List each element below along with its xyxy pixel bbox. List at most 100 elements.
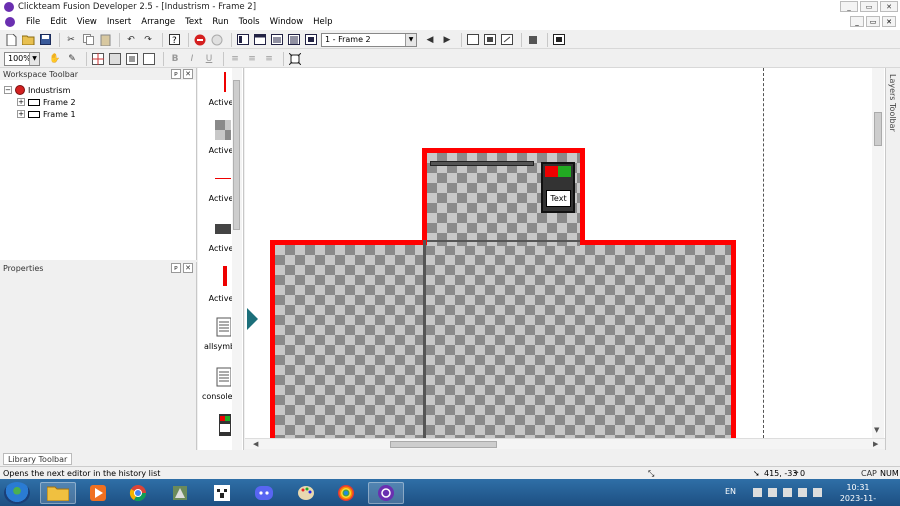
library-item-active-4[interactable]: Active xyxy=(198,218,234,253)
scroll-down-icon[interactable]: ▼ xyxy=(874,426,879,434)
tree-item-frame-2[interactable]: + Frame 2 xyxy=(17,96,76,108)
stop-run-icon[interactable] xyxy=(526,33,540,47)
menu-run[interactable]: Run xyxy=(207,14,233,30)
zoom-icon[interactable] xyxy=(466,33,480,47)
grid-icon[interactable] xyxy=(91,52,105,66)
taskbar-clickteam-fusion[interactable] xyxy=(368,482,404,504)
mdi-close-button[interactable]: ✕ xyxy=(882,16,896,27)
tree-item-frame-1[interactable]: + Frame 1 xyxy=(17,108,76,120)
close-panel-icon[interactable]: ✕ xyxy=(183,263,193,273)
taskbar-app-goat[interactable] xyxy=(162,482,198,504)
paste-icon[interactable] xyxy=(98,33,112,47)
library-scrollbar[interactable] xyxy=(232,68,242,450)
event-list-icon[interactable] xyxy=(287,33,301,47)
stop-icon[interactable] xyxy=(193,33,207,47)
mdi-minimize-button[interactable]: _ xyxy=(850,16,864,27)
tray-app-icon[interactable] xyxy=(753,488,762,497)
mdi-restore-button[interactable]: ▭ xyxy=(866,16,880,27)
new-file-icon[interactable] xyxy=(4,33,18,47)
text-object[interactable]: Text xyxy=(546,190,571,207)
document-icon[interactable] xyxy=(5,17,15,27)
snap-icon[interactable] xyxy=(108,52,122,66)
scrollbar-thumb[interactable] xyxy=(874,112,882,146)
underline-icon[interactable]: U xyxy=(202,52,216,66)
film-icon[interactable] xyxy=(552,33,566,47)
editor-horizontal-scrollbar[interactable]: ◀ ▶ xyxy=(245,438,885,449)
menu-arrange[interactable]: Arrange xyxy=(136,14,180,30)
scrollbar-thumb[interactable] xyxy=(233,80,240,230)
layer-icon[interactable] xyxy=(125,52,139,66)
taskbar-chrome[interactable] xyxy=(120,482,156,504)
volume-icon[interactable] xyxy=(813,488,822,497)
menu-window[interactable]: Window xyxy=(265,14,309,30)
brush-icon[interactable]: ✎ xyxy=(65,52,79,66)
fit-frame-icon[interactable] xyxy=(288,52,302,66)
storyboard-icon[interactable] xyxy=(236,33,250,47)
previous-editor-icon[interactable]: ◀ xyxy=(423,33,437,47)
input-language[interactable]: EN xyxy=(725,487,736,496)
frame-editor[interactable]: Text xyxy=(245,68,885,438)
help-icon[interactable]: ? xyxy=(167,33,181,47)
align-left-icon[interactable]: ≡ xyxy=(228,52,242,66)
expand-toggle-icon[interactable]: + xyxy=(17,98,25,106)
redo-icon[interactable]: ↷ xyxy=(141,33,155,47)
frame-editor-icon[interactable] xyxy=(253,33,267,47)
resize-icon[interactable] xyxy=(500,33,514,47)
minimize-button[interactable]: _ xyxy=(840,1,858,12)
level-area-bottom[interactable] xyxy=(270,240,736,438)
tray-app-icon[interactable] xyxy=(783,488,792,497)
scrollbar-thumb[interactable] xyxy=(390,441,497,448)
start-button[interactable] xyxy=(4,481,30,504)
menu-edit[interactable]: Edit xyxy=(45,14,71,30)
console-widget[interactable]: Text xyxy=(541,162,575,213)
library-item-active-2[interactable]: Active xyxy=(198,120,235,155)
dark-bar-object[interactable] xyxy=(430,161,534,166)
event-editor-icon[interactable] xyxy=(270,33,284,47)
editor-vertical-scrollbar[interactable]: ▼ xyxy=(872,68,884,438)
undo-icon[interactable]: ↶ xyxy=(124,33,138,47)
menu-view[interactable]: View xyxy=(72,14,102,30)
library-toolbar-tab[interactable]: Library Toolbar xyxy=(3,453,73,465)
tray-app-icon[interactable] xyxy=(768,488,777,497)
library-item-consoles[interactable]: consoles xyxy=(198,366,237,401)
library-item-allsymb[interactable]: allsymb xyxy=(198,316,235,351)
library-item-active-3[interactable]: Active xyxy=(198,168,235,203)
taskbar-discord[interactable] xyxy=(246,482,282,504)
data-elements-icon[interactable] xyxy=(304,33,318,47)
save-icon[interactable] xyxy=(38,33,52,47)
font-icon[interactable] xyxy=(142,52,156,66)
pin-icon[interactable]: ᴘ xyxy=(171,263,181,273)
menu-tools[interactable]: Tools xyxy=(234,14,265,30)
menu-file[interactable]: File xyxy=(21,14,45,30)
maximize-button[interactable]: ▭ xyxy=(860,1,878,12)
pin-icon[interactable]: ᴘ xyxy=(171,69,181,79)
copy-icon[interactable] xyxy=(81,33,95,47)
taskbar-rainbow-app[interactable] xyxy=(328,482,364,504)
frame-select[interactable]: 1 - Frame 2 ▼ xyxy=(321,32,417,47)
align-right-icon[interactable]: ≡ xyxy=(262,52,276,66)
library-item-console-widget[interactable] xyxy=(198,414,234,440)
menu-text[interactable]: Text xyxy=(180,14,207,30)
library-item-active-1[interactable]: Active xyxy=(198,72,234,107)
taskbar-file-explorer[interactable] xyxy=(40,482,76,504)
taskbar-minecraft[interactable] xyxy=(204,482,240,504)
clock[interactable]: 10:31 2023-11-29 xyxy=(838,482,878,506)
hand-icon[interactable]: ✋ xyxy=(48,52,62,66)
library-item-active-5[interactable]: Active xyxy=(198,266,234,303)
scroll-right-icon[interactable]: ▶ xyxy=(873,440,878,448)
close-panel-icon[interactable]: ✕ xyxy=(183,69,193,79)
menu-help[interactable]: Help xyxy=(308,14,337,30)
network-icon[interactable] xyxy=(798,488,807,497)
refresh-icon[interactable] xyxy=(210,33,224,47)
layers-toolbar[interactable]: Layers Toolbar xyxy=(885,68,900,450)
chevron-down-icon[interactable]: ▼ xyxy=(29,52,39,65)
next-editor-icon[interactable]: ▶ xyxy=(440,33,454,47)
align-center-icon[interactable]: ≡ xyxy=(245,52,259,66)
italic-icon[interactable]: I xyxy=(185,52,199,66)
tree-item-application[interactable]: − Industrism xyxy=(4,84,70,96)
frame-size-icon[interactable] xyxy=(483,33,497,47)
zoom-select[interactable]: 100% ▼ xyxy=(4,51,40,66)
bold-icon[interactable]: B xyxy=(168,52,182,66)
menu-insert[interactable]: Insert xyxy=(102,14,136,30)
scroll-left-icon[interactable]: ◀ xyxy=(253,440,258,448)
